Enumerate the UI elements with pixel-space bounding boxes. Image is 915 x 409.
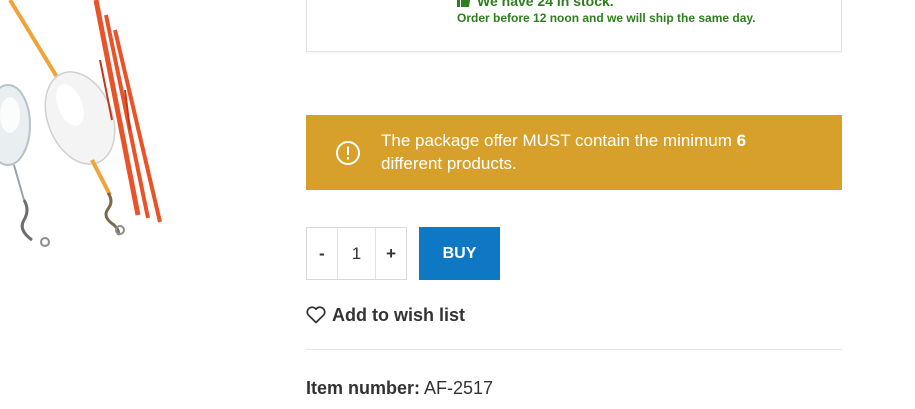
quantity-stepper: - 1 +: [306, 227, 407, 280]
item-number-value: AF-2517: [424, 378, 494, 398]
heart-icon: [306, 306, 326, 324]
notice-message: The package offer MUST contain the minim…: [381, 129, 811, 175]
buy-button[interactable]: BUY: [419, 227, 500, 280]
item-number-label: Item number:: [306, 378, 421, 398]
notice-text-after: different products.: [381, 154, 517, 173]
stock-info-box: We have 24 in stock. Order before 12 noo…: [306, 0, 842, 52]
fishing-float-illustration: [0, 0, 162, 247]
shipping-info: Order before 12 noon and we will ship th…: [457, 11, 756, 25]
stock-count-text: We have 24 in stock.: [477, 0, 614, 9]
quantity-increase-button[interactable]: +: [376, 228, 406, 279]
notice-min-count: 6: [736, 131, 747, 150]
thumbs-up-icon: [457, 0, 470, 7]
quantity-input[interactable]: 1: [336, 228, 377, 279]
stock-status: We have 24 in stock.: [457, 0, 614, 9]
add-to-wishlist-link[interactable]: Add to wish list: [306, 304, 465, 326]
item-number: Item number: AF-2517: [306, 378, 493, 399]
notice-text-before: The package offer MUST contain the minim…: [381, 131, 732, 150]
exclamation-circle-icon: [336, 141, 360, 165]
wishlist-label: Add to wish list: [332, 304, 465, 325]
package-offer-notice: The package offer MUST contain the minim…: [306, 115, 842, 190]
quantity-decrease-button[interactable]: -: [307, 228, 337, 279]
product-image: [0, 0, 262, 330]
divider: [306, 349, 842, 350]
